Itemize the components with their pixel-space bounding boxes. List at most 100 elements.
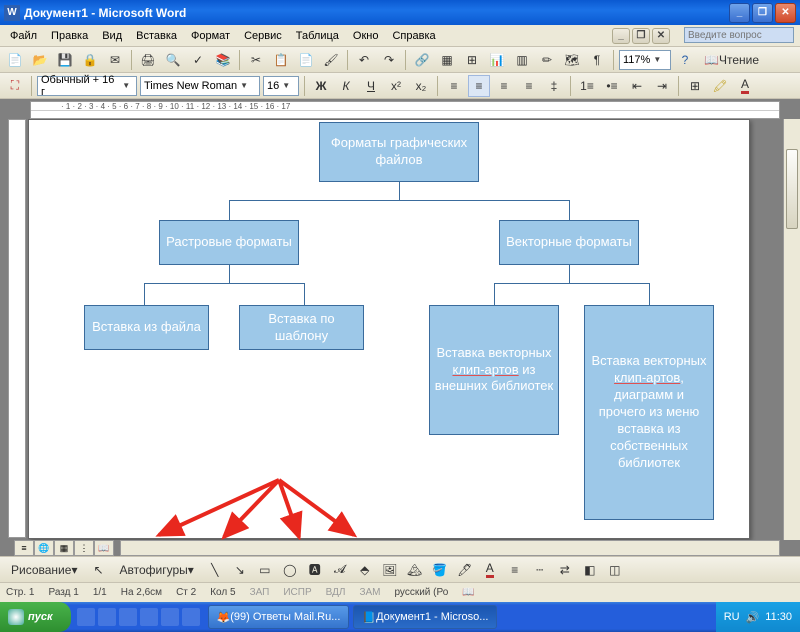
align-justify-icon[interactable]: ≡ bbox=[518, 75, 540, 97]
chart-node-root[interactable]: Форматы графических файлов bbox=[319, 122, 479, 182]
align-left-icon[interactable]: ≡ bbox=[443, 75, 465, 97]
ruler-vertical[interactable] bbox=[8, 119, 26, 538]
chart-node-file[interactable]: Вставка из файла bbox=[84, 305, 209, 350]
italic-icon[interactable]: К bbox=[335, 75, 357, 97]
permission-icon[interactable]: 🔒 bbox=[79, 49, 101, 71]
excel-icon[interactable]: 📊 bbox=[486, 49, 508, 71]
highlight-icon[interactable]: 🖍 bbox=[709, 75, 731, 97]
font-color-icon[interactable]: A bbox=[734, 75, 756, 97]
ql-icon[interactable] bbox=[98, 608, 116, 626]
print-icon[interactable]: 🖨 bbox=[137, 49, 159, 71]
bold-icon[interactable]: Ж bbox=[310, 75, 332, 97]
shadow-icon[interactable]: ◧ bbox=[579, 559, 601, 581]
taskbar-item-browser[interactable]: 🦊 (99) Ответы Mail.Ru... bbox=[208, 605, 350, 629]
3d-icon[interactable]: ◫ bbox=[604, 559, 626, 581]
view-reading-icon[interactable]: 📖 bbox=[94, 540, 114, 556]
menu-edit[interactable]: Правка bbox=[45, 28, 94, 44]
ql-icon[interactable] bbox=[119, 608, 137, 626]
undo-icon[interactable]: ↶ bbox=[353, 49, 375, 71]
subscript-icon[interactable]: x₂ bbox=[410, 75, 432, 97]
menu-help[interactable]: Справка bbox=[386, 28, 441, 44]
menu-table[interactable]: Таблица bbox=[290, 28, 345, 44]
clipart-icon[interactable]: 🖼 bbox=[379, 559, 401, 581]
redo-icon[interactable]: ↷ bbox=[378, 49, 400, 71]
doc-restore-button[interactable]: ❐ bbox=[632, 28, 650, 44]
numbering-icon[interactable]: 1≡ bbox=[576, 75, 598, 97]
line-color-icon[interactable]: 🖊 bbox=[454, 559, 476, 581]
document-page[interactable]: Форматы графических файлов Растровые фор… bbox=[28, 119, 750, 539]
bullets-icon[interactable]: •≡ bbox=[601, 75, 623, 97]
help-icon[interactable]: ? bbox=[674, 49, 696, 71]
new-doc-icon[interactable]: 📄 bbox=[4, 49, 26, 71]
arrow-style-icon[interactable]: ⇄ bbox=[554, 559, 576, 581]
select-objects-icon[interactable]: ↖ bbox=[87, 559, 109, 581]
font-combo[interactable]: Times New Roman▼ bbox=[140, 76, 260, 96]
save-icon[interactable]: 💾 bbox=[54, 49, 76, 71]
spell-icon[interactable]: ✓ bbox=[187, 49, 209, 71]
dash-style-icon[interactable]: ┄ bbox=[529, 559, 551, 581]
oval-icon[interactable]: ◯ bbox=[279, 559, 301, 581]
zoom-combo[interactable]: 117%▼ bbox=[619, 50, 671, 70]
paragraph-icon[interactable]: ¶ bbox=[586, 49, 608, 71]
ql-icon[interactable] bbox=[161, 608, 179, 626]
start-button[interactable]: пуск bbox=[0, 602, 71, 632]
open-icon[interactable]: 📂 bbox=[29, 49, 51, 71]
vertical-scrollbar[interactable] bbox=[783, 119, 800, 540]
menu-view[interactable]: Вид bbox=[96, 28, 128, 44]
copy-icon[interactable]: 📋 bbox=[270, 49, 292, 71]
doc-close-button[interactable]: ✕ bbox=[652, 28, 670, 44]
rectangle-icon[interactable]: ▭ bbox=[254, 559, 276, 581]
chart-node-raster[interactable]: Растровые форматы bbox=[159, 220, 299, 265]
view-web-icon[interactable]: 🌐 bbox=[34, 540, 54, 556]
ruler-horizontal[interactable]: · 1 · 2 · 3 · 4 · 5 · 6 · 7 · 8 · 9 · 10… bbox=[30, 101, 780, 119]
picture-icon[interactable]: 🏔 bbox=[404, 559, 426, 581]
insert-table-icon[interactable]: ⊞ bbox=[461, 49, 483, 71]
textbox-icon[interactable]: 🅰 bbox=[304, 559, 326, 581]
menu-format[interactable]: Формат bbox=[185, 28, 236, 44]
borders-icon[interactable]: ⊞ bbox=[684, 75, 706, 97]
wordart-icon[interactable]: 𝓐 bbox=[329, 559, 351, 581]
ql-icon[interactable] bbox=[140, 608, 158, 626]
menu-insert[interactable]: Вставка bbox=[130, 28, 183, 44]
read-mode-button[interactable]: 📖 Чтение bbox=[699, 49, 764, 71]
format-painter-icon[interactable]: 🖌 bbox=[320, 49, 342, 71]
align-right-icon[interactable]: ≡ bbox=[493, 75, 515, 97]
paste-icon[interactable]: 📄 bbox=[295, 49, 317, 71]
superscript-icon[interactable]: x² bbox=[385, 75, 407, 97]
help-question-input[interactable] bbox=[684, 27, 794, 43]
indent-inc-icon[interactable]: ⇥ bbox=[651, 75, 673, 97]
align-center-icon[interactable]: ≡ bbox=[468, 75, 490, 97]
chart-node-clip-external[interactable]: Вставка векторных клип-артов из внешних … bbox=[429, 305, 559, 435]
underline-icon[interactable]: Ч bbox=[360, 75, 382, 97]
chart-node-template[interactable]: Вставка по шаблону bbox=[239, 305, 364, 350]
drawing-toggle-icon[interactable]: ✏ bbox=[536, 49, 558, 71]
tables-borders-icon[interactable]: ▦ bbox=[436, 49, 458, 71]
close-button[interactable]: ✕ bbox=[775, 3, 796, 23]
tray-lang[interactable]: RU bbox=[724, 611, 740, 623]
minimize-button[interactable]: _ bbox=[729, 3, 750, 23]
tray-clock[interactable]: 11:30 bbox=[765, 611, 792, 623]
chart-node-vector[interactable]: Векторные форматы bbox=[499, 220, 639, 265]
preview-icon[interactable]: 🔍 bbox=[162, 49, 184, 71]
ql-icon[interactable] bbox=[182, 608, 200, 626]
scrollbar-thumb[interactable] bbox=[786, 149, 798, 229]
doc-minimize-button[interactable]: _ bbox=[612, 28, 630, 44]
fill-color-icon[interactable]: 🪣 bbox=[429, 559, 451, 581]
fontsize-combo[interactable]: 16▼ bbox=[263, 76, 299, 96]
mail-icon[interactable]: ✉ bbox=[104, 49, 126, 71]
format-tools-icon[interactable]: ⛶ bbox=[4, 75, 26, 97]
research-icon[interactable]: 📚 bbox=[212, 49, 234, 71]
line-style-icon[interactable]: ≡ bbox=[504, 559, 526, 581]
line-spacing-icon[interactable]: ‡ bbox=[543, 75, 565, 97]
view-outline-icon[interactable]: ⋮ bbox=[74, 540, 94, 556]
view-normal-icon[interactable]: ≡ bbox=[14, 540, 34, 556]
hyperlink-icon[interactable]: 🔗 bbox=[411, 49, 433, 71]
style-combo[interactable]: Обычный + 16 г▼ bbox=[37, 76, 137, 96]
horizontal-scrollbar[interactable] bbox=[120, 540, 780, 556]
arrow-icon[interactable]: ↘ bbox=[229, 559, 251, 581]
indent-dec-icon[interactable]: ⇤ bbox=[626, 75, 648, 97]
view-print-icon[interactable]: ▦ bbox=[54, 540, 74, 556]
autoshapes-menu[interactable]: Автофигуры ▾ bbox=[112, 559, 200, 581]
maximize-button[interactable]: ❐ bbox=[752, 3, 773, 23]
status-spell-icon[interactable]: 📖 bbox=[462, 587, 474, 598]
